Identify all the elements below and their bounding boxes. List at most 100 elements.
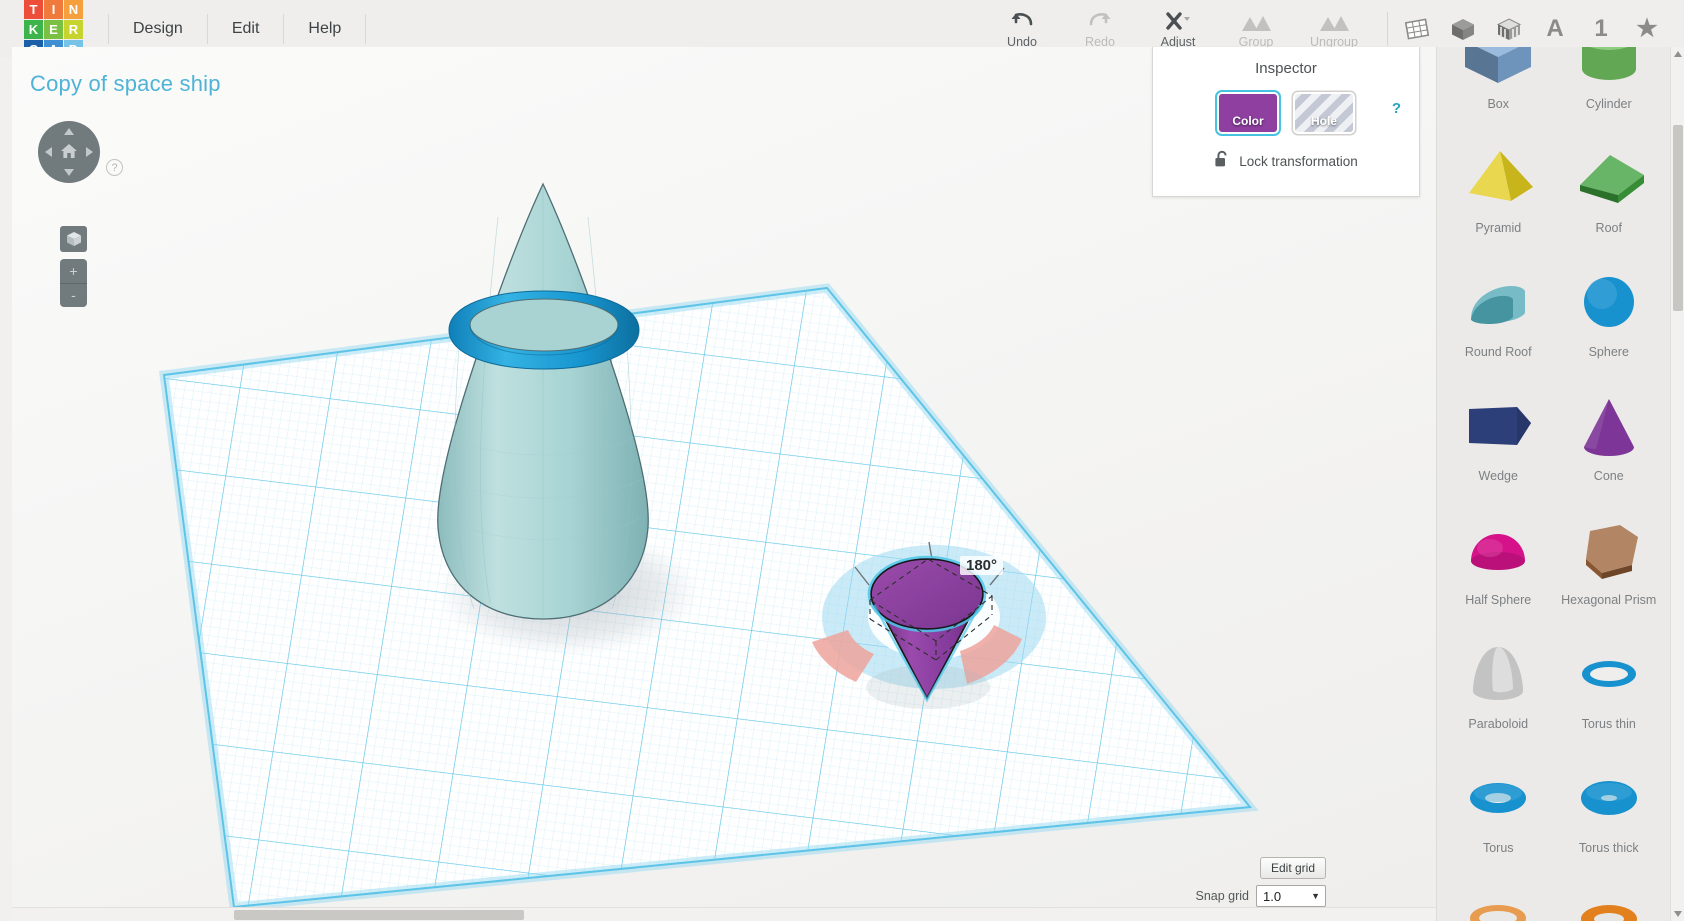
shape-item-wedge[interactable]: Wedge (1443, 373, 1554, 497)
shapes-scrollbar-thumb[interactable] (1673, 125, 1683, 311)
tinkercad-app: TINKERCAD DesignEditHelp UndoRedoAdjustG… (0, 0, 1684, 921)
roundroof-icon (1455, 263, 1541, 341)
logo-letter-i-1: I (44, 0, 63, 19)
shape-label: Torus thick (1578, 841, 1639, 855)
logo-letter-k-3: K (24, 19, 43, 39)
snap-grid-select[interactable]: 1.0 ▼ (1256, 885, 1326, 907)
shape-label: Half Sphere (1465, 593, 1532, 607)
number-1-icon[interactable]: 1 (1586, 14, 1616, 44)
shape-item-tube-thin[interactable]: Tube thin (1443, 869, 1554, 921)
shapes-panel-scrollbar[interactable] (1670, 47, 1684, 921)
inspector-title: Inspector (1255, 60, 1317, 77)
workplane-icon[interactable] (1402, 14, 1432, 44)
rotation-angle-label: 180° (960, 556, 1004, 575)
lock-transformation-row[interactable]: Lock transformation (1153, 150, 1419, 173)
grid-controls: Edit grid Snap grid 1.0 ▼ (1195, 857, 1326, 907)
sphere-icon (1566, 263, 1652, 341)
logo-letter-r-5: R (64, 19, 83, 39)
nav-left-arrow-icon[interactable] (45, 147, 52, 157)
shape-label: Box (1487, 97, 1510, 111)
canvas-horizontal-scrollbar[interactable] (12, 907, 1436, 921)
unlocked-padlock-icon[interactable] (1214, 150, 1230, 173)
shape-item-torus[interactable]: Torus (1443, 745, 1554, 869)
fit-view-cube-icon[interactable] (60, 226, 87, 252)
zoom-out-button[interactable]: - (60, 284, 87, 308)
shape-item-half-sphere[interactable]: Half Sphere (1443, 497, 1554, 621)
torusthick-icon (1566, 759, 1652, 837)
snap-grid-row: Snap grid 1.0 ▼ (1195, 885, 1326, 907)
shape-label: Round Roof (1464, 345, 1532, 359)
inspector-panel: Inspector Color Hole ? Lock transformati… (1152, 47, 1420, 197)
inspector-help-icon[interactable]: ? (1392, 100, 1401, 117)
cube-icon[interactable] (1448, 14, 1478, 44)
shapes-grid: Box Cylinder Pyramid Roof Round Roof Sphere We… (1437, 47, 1670, 921)
color-swatch-label: Color (1232, 114, 1264, 128)
hole-swatch-button[interactable]: Hole (1293, 92, 1355, 134)
shape-label: Cylinder (1585, 97, 1632, 111)
halfsphere-icon (1455, 511, 1541, 589)
nav-down-arrow-icon[interactable] (64, 169, 74, 176)
redo-icon (1087, 9, 1113, 33)
ungroup-icon (1317, 9, 1351, 33)
workplane-grid (158, 283, 1259, 912)
space-ship-body-object (437, 182, 649, 620)
shape-label: Wedge (1478, 469, 1518, 483)
shape-item-hexagonal-prism[interactable]: Hexagonal Prism (1554, 497, 1665, 621)
scroll-up-arrow-icon[interactable] (1674, 51, 1682, 57)
color-swatch-button[interactable]: Color (1217, 92, 1279, 134)
menu-item-design[interactable]: Design (108, 14, 208, 44)
logo-letter-t-0: T (24, 0, 43, 19)
group-icon (1239, 9, 1273, 33)
view-icon-group: A 1 ★ (1402, 14, 1662, 44)
roof-icon (1566, 139, 1652, 217)
shape-item-box[interactable]: Box (1443, 47, 1554, 125)
box-icon (1455, 47, 1541, 93)
shape-item-torus-thin[interactable]: Torus thin (1554, 621, 1665, 745)
text-a-icon[interactable]: A (1540, 14, 1570, 44)
nav-up-arrow-icon[interactable] (64, 128, 74, 135)
home-icon[interactable] (59, 141, 79, 161)
hexprism-icon (1566, 511, 1652, 589)
cylinder-icon (1566, 47, 1652, 93)
star-icon[interactable]: ★ (1632, 14, 1662, 44)
snap-grid-label: Snap grid (1195, 889, 1249, 903)
shape-label: Roof (1595, 221, 1622, 235)
shape-item-torus-thick[interactable]: Torus thick (1554, 745, 1665, 869)
nav-right-arrow-icon[interactable] (86, 147, 93, 157)
shape-item-cone[interactable]: Cone (1554, 373, 1665, 497)
hole-swatch-label: Hole (1310, 114, 1337, 128)
paraboloid-icon (1455, 635, 1541, 713)
lock-transformation-label: Lock transformation (1239, 154, 1358, 169)
shape-label: Cone (1593, 469, 1624, 483)
torusthin-icon (1566, 635, 1652, 713)
menu-item-edit[interactable]: Edit (208, 14, 285, 44)
help-icon[interactable]: ? (106, 159, 123, 176)
pyramid-icon (1455, 139, 1541, 217)
menu-item-help[interactable]: Help (284, 14, 367, 44)
shape-item-tube[interactable]: Tube (1554, 869, 1665, 921)
edit-grid-button[interactable]: Edit grid (1259, 857, 1326, 879)
shape-item-sphere[interactable]: Sphere (1554, 249, 1665, 373)
adjust-icon (1163, 9, 1193, 33)
wedge-icon (1455, 387, 1541, 465)
shape-label: Torus (1482, 841, 1514, 855)
inspector-swatch-row: Color Hole ? (1153, 92, 1419, 134)
zoom-in-button[interactable]: + (60, 259, 87, 284)
zoom-controls[interactable]: + - (60, 259, 87, 307)
shape-item-roof[interactable]: Roof (1554, 125, 1665, 249)
shape-item-round-roof[interactable]: Round Roof (1443, 249, 1554, 373)
logo-letter-e-4: E (44, 19, 63, 39)
view-navigation-pad[interactable] (38, 121, 100, 183)
shape-item-pyramid[interactable]: Pyramid (1443, 125, 1554, 249)
torus-icon (1455, 759, 1541, 837)
tube-icon (1566, 883, 1652, 921)
snap-grid-value: 1.0 (1263, 888, 1282, 904)
shape-label: Hexagonal Prism (1561, 593, 1657, 607)
ruler-cube-icon[interactable] (1494, 14, 1524, 44)
scrollbar-thumb[interactable] (234, 910, 524, 920)
scroll-down-arrow-icon[interactable] (1674, 911, 1682, 917)
shape-item-paraboloid[interactable]: Paraboloid (1443, 621, 1554, 745)
space-ship-ring-object (448, 290, 640, 370)
shape-label: Paraboloid (1468, 717, 1529, 731)
shape-item-cylinder[interactable]: Cylinder (1554, 47, 1665, 125)
